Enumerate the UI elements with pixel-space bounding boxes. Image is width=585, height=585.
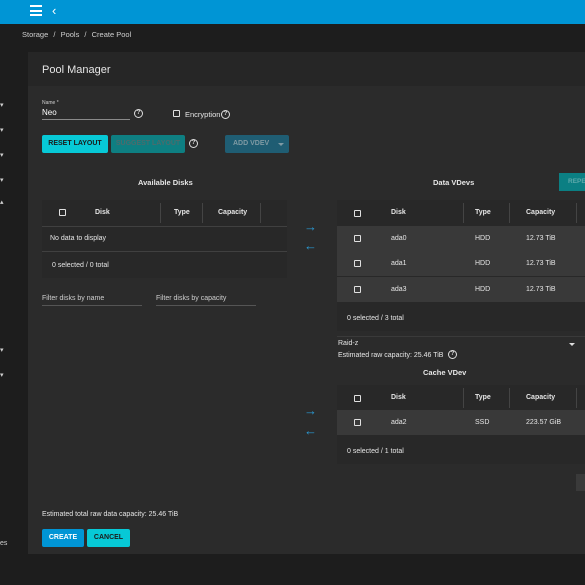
- column-divider: [463, 388, 464, 408]
- column-divider: [202, 203, 203, 223]
- row-capacity: 223.57 GiB: [526, 419, 562, 426]
- chevron-down-icon[interactable]: ▾: [0, 151, 4, 159]
- column-divider: [463, 203, 464, 223]
- arrow-right-icon[interactable]: →: [304, 403, 317, 418]
- divider: [42, 226, 287, 227]
- row-type: HDD: [475, 286, 491, 293]
- column-divider: [160, 203, 161, 223]
- column-divider: [509, 388, 510, 408]
- suggest-layout-button[interactable]: SUGGEST LAYOUT: [111, 135, 185, 153]
- filter-name-underline: [42, 305, 142, 306]
- chevron-down-icon[interactable]: ▾: [0, 371, 4, 379]
- empty-message: No data to display: [50, 235, 107, 242]
- column-capacity[interactable]: Capacity: [526, 209, 555, 216]
- column-divider: [576, 388, 577, 408]
- chevron-left-icon[interactable]: ‹: [52, 3, 56, 18]
- column-disk[interactable]: Disk: [391, 209, 406, 216]
- reset-layout-button[interactable]: RESET LAYOUT: [42, 135, 108, 153]
- table-footer: 0 selected / 0 total: [52, 262, 109, 269]
- breadcrumb-create-pool: Create Pool: [91, 30, 132, 39]
- help-icon[interactable]: ?: [134, 109, 143, 118]
- divider: [337, 336, 585, 337]
- table-footer: 0 selected / 1 total: [347, 448, 404, 455]
- menu-icon[interactable]: [30, 5, 42, 17]
- row-disk: ada3: [391, 286, 407, 293]
- breadcrumb: Storage / Pools / Create Pool: [22, 30, 134, 39]
- chevron-down-icon[interactable]: ▾: [0, 101, 4, 109]
- add-vdev-label: ADD VDEV: [233, 140, 270, 147]
- encryption-label: Encryption: [185, 110, 221, 119]
- chevron-down-icon: [278, 143, 284, 146]
- chevron-down-icon[interactable]: ▾: [0, 346, 4, 354]
- sidebar-item-label[interactable]: es: [0, 540, 7, 547]
- available-disks-title: Available Disks: [138, 178, 193, 187]
- encryption-checkbox[interactable]: [173, 110, 180, 117]
- row-type: HDD: [475, 260, 491, 267]
- column-type[interactable]: Type: [475, 394, 491, 401]
- table-footer: 0 selected / 3 total: [347, 315, 404, 322]
- row-disk: ada2: [391, 419, 407, 426]
- filter-name-input[interactable]: Filter disks by name: [42, 295, 104, 302]
- column-type[interactable]: Type: [475, 209, 491, 216]
- name-input[interactable]: Neo: [42, 108, 57, 117]
- filter-capacity-underline: [156, 305, 256, 306]
- arrow-right-icon[interactable]: →: [304, 219, 317, 234]
- row-capacity: 12.73 TiB: [526, 235, 556, 242]
- help-icon[interactable]: ?: [448, 350, 457, 359]
- arrow-left-icon[interactable]: ←: [304, 238, 317, 253]
- chevron-down-icon[interactable]: [569, 343, 575, 346]
- divider: [42, 251, 287, 252]
- filter-capacity-input[interactable]: Filter disks by capacity: [156, 295, 226, 302]
- column-disk[interactable]: Disk: [95, 209, 110, 216]
- row-capacity: 12.73 TiB: [526, 260, 556, 267]
- vdev-layout-select[interactable]: Raid-z: [338, 340, 358, 347]
- select-all-checkbox[interactable]: [354, 210, 361, 217]
- row-checkbox[interactable]: [354, 260, 361, 267]
- help-icon[interactable]: ?: [189, 139, 198, 148]
- chevron-down-icon[interactable]: ▾: [0, 126, 4, 134]
- help-icon[interactable]: ?: [221, 110, 230, 119]
- cancel-button[interactable]: CANCEL: [87, 529, 130, 547]
- sidebar: ▾ ▾ ▾ ▾ ▴ ▾ ▾ es: [0, 24, 17, 585]
- column-type[interactable]: Type: [174, 209, 190, 216]
- partial-control[interactable]: [576, 474, 585, 491]
- row-capacity: 12.73 TiB: [526, 286, 556, 293]
- breadcrumb-pools[interactable]: Pools: [61, 30, 80, 39]
- row-checkbox[interactable]: [354, 419, 361, 426]
- cache-vdev-title: Cache VDev: [423, 368, 467, 377]
- chevron-up-icon[interactable]: ▴: [0, 198, 4, 206]
- total-capacity: Estimated total raw data capacity: 25.46…: [42, 511, 179, 518]
- column-divider: [260, 203, 261, 223]
- name-label: Name *: [42, 100, 59, 106]
- breadcrumb-separator: /: [53, 30, 56, 39]
- row-checkbox[interactable]: [354, 235, 361, 242]
- select-all-checkbox[interactable]: [59, 209, 66, 216]
- name-underline: [42, 119, 130, 120]
- select-all-checkbox[interactable]: [354, 395, 361, 402]
- card-header: [28, 52, 585, 86]
- create-button[interactable]: CREATE: [42, 529, 84, 547]
- estimated-raw-capacity: Estimated raw capacity: 25.46 TiB: [338, 352, 444, 359]
- row-type: HDD: [475, 235, 491, 242]
- repeat-button[interactable]: REPE: [559, 173, 585, 191]
- arrow-left-icon[interactable]: ←: [304, 423, 317, 438]
- page-title: Pool Manager: [42, 64, 111, 76]
- column-divider: [509, 203, 510, 223]
- column-capacity[interactable]: Capacity: [218, 209, 247, 216]
- breadcrumb-separator: /: [84, 30, 87, 39]
- column-divider: [576, 203, 577, 223]
- row-disk: ada1: [391, 260, 407, 267]
- row-type: SSD: [475, 419, 490, 426]
- data-vdevs-title: Data VDevs: [433, 178, 475, 187]
- breadcrumb-storage[interactable]: Storage: [22, 30, 48, 39]
- column-disk[interactable]: Disk: [391, 394, 406, 401]
- row-checkbox[interactable]: [354, 286, 361, 293]
- column-capacity[interactable]: Capacity: [526, 394, 555, 401]
- top-bar: ‹: [0, 0, 585, 24]
- chevron-down-icon[interactable]: ▾: [0, 176, 4, 184]
- row-disk: ada0: [391, 235, 407, 242]
- add-vdev-button[interactable]: ADD VDEV: [225, 135, 289, 153]
